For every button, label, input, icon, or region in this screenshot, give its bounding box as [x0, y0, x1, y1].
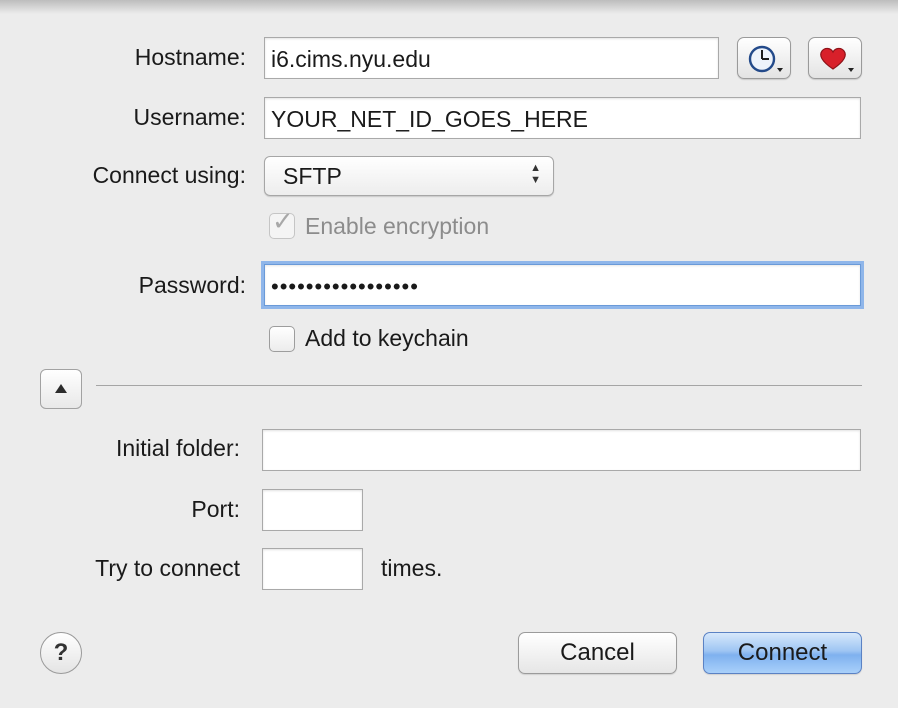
enable-encryption-checkbox[interactable]: ✓ [269, 206, 295, 239]
collapse-triangle-icon [55, 384, 67, 393]
heart-icon [820, 47, 854, 72]
window-top-shadow [0, 0, 898, 14]
select-arrows-icon: ▲ ▼ [530, 162, 541, 186]
port-field[interactable] [262, 489, 363, 531]
cancel-button[interactable]: Cancel [518, 632, 677, 674]
enable-encryption-label: Enable encryption [305, 213, 490, 239]
hostname-field[interactable]: i6.cims.nyu.edu [264, 37, 719, 79]
add-to-keychain-checkbox[interactable] [269, 326, 295, 352]
clock-icon [748, 45, 783, 73]
advanced-disclosure-button[interactable] [40, 369, 82, 409]
connect-using-label: Connect using: [92, 162, 246, 188]
password-label: Password: [138, 272, 246, 298]
connect-using-select[interactable]: SFTP ▲ ▼ [264, 156, 554, 196]
retry-count-field[interactable] [262, 548, 363, 590]
connect-using-value: SFTP [283, 163, 342, 189]
help-button[interactable]: ? [40, 632, 82, 674]
add-to-keychain-label: Add to keychain [305, 325, 469, 351]
times-label: times. [381, 555, 443, 581]
port-label: Port: [191, 496, 240, 522]
history-button[interactable] [737, 37, 791, 79]
username-field[interactable]: YOUR_NET_ID_GOES_HERE [264, 97, 861, 139]
password-field[interactable]: ••••••••••••••••• [264, 264, 861, 306]
password-masked-value: ••••••••••••••••• [271, 274, 419, 299]
favorites-button[interactable] [808, 37, 862, 79]
connect-button[interactable]: Connect [703, 632, 862, 674]
hostname-label: Hostname: [134, 44, 246, 70]
section-divider [96, 385, 862, 386]
initial-folder-label: Initial folder: [115, 435, 240, 461]
initial-folder-field[interactable] [262, 429, 861, 471]
username-label: Username: [133, 104, 246, 130]
checkmark-icon: ✓ [272, 206, 294, 236]
try-connect-label: Try to connect [95, 555, 240, 581]
